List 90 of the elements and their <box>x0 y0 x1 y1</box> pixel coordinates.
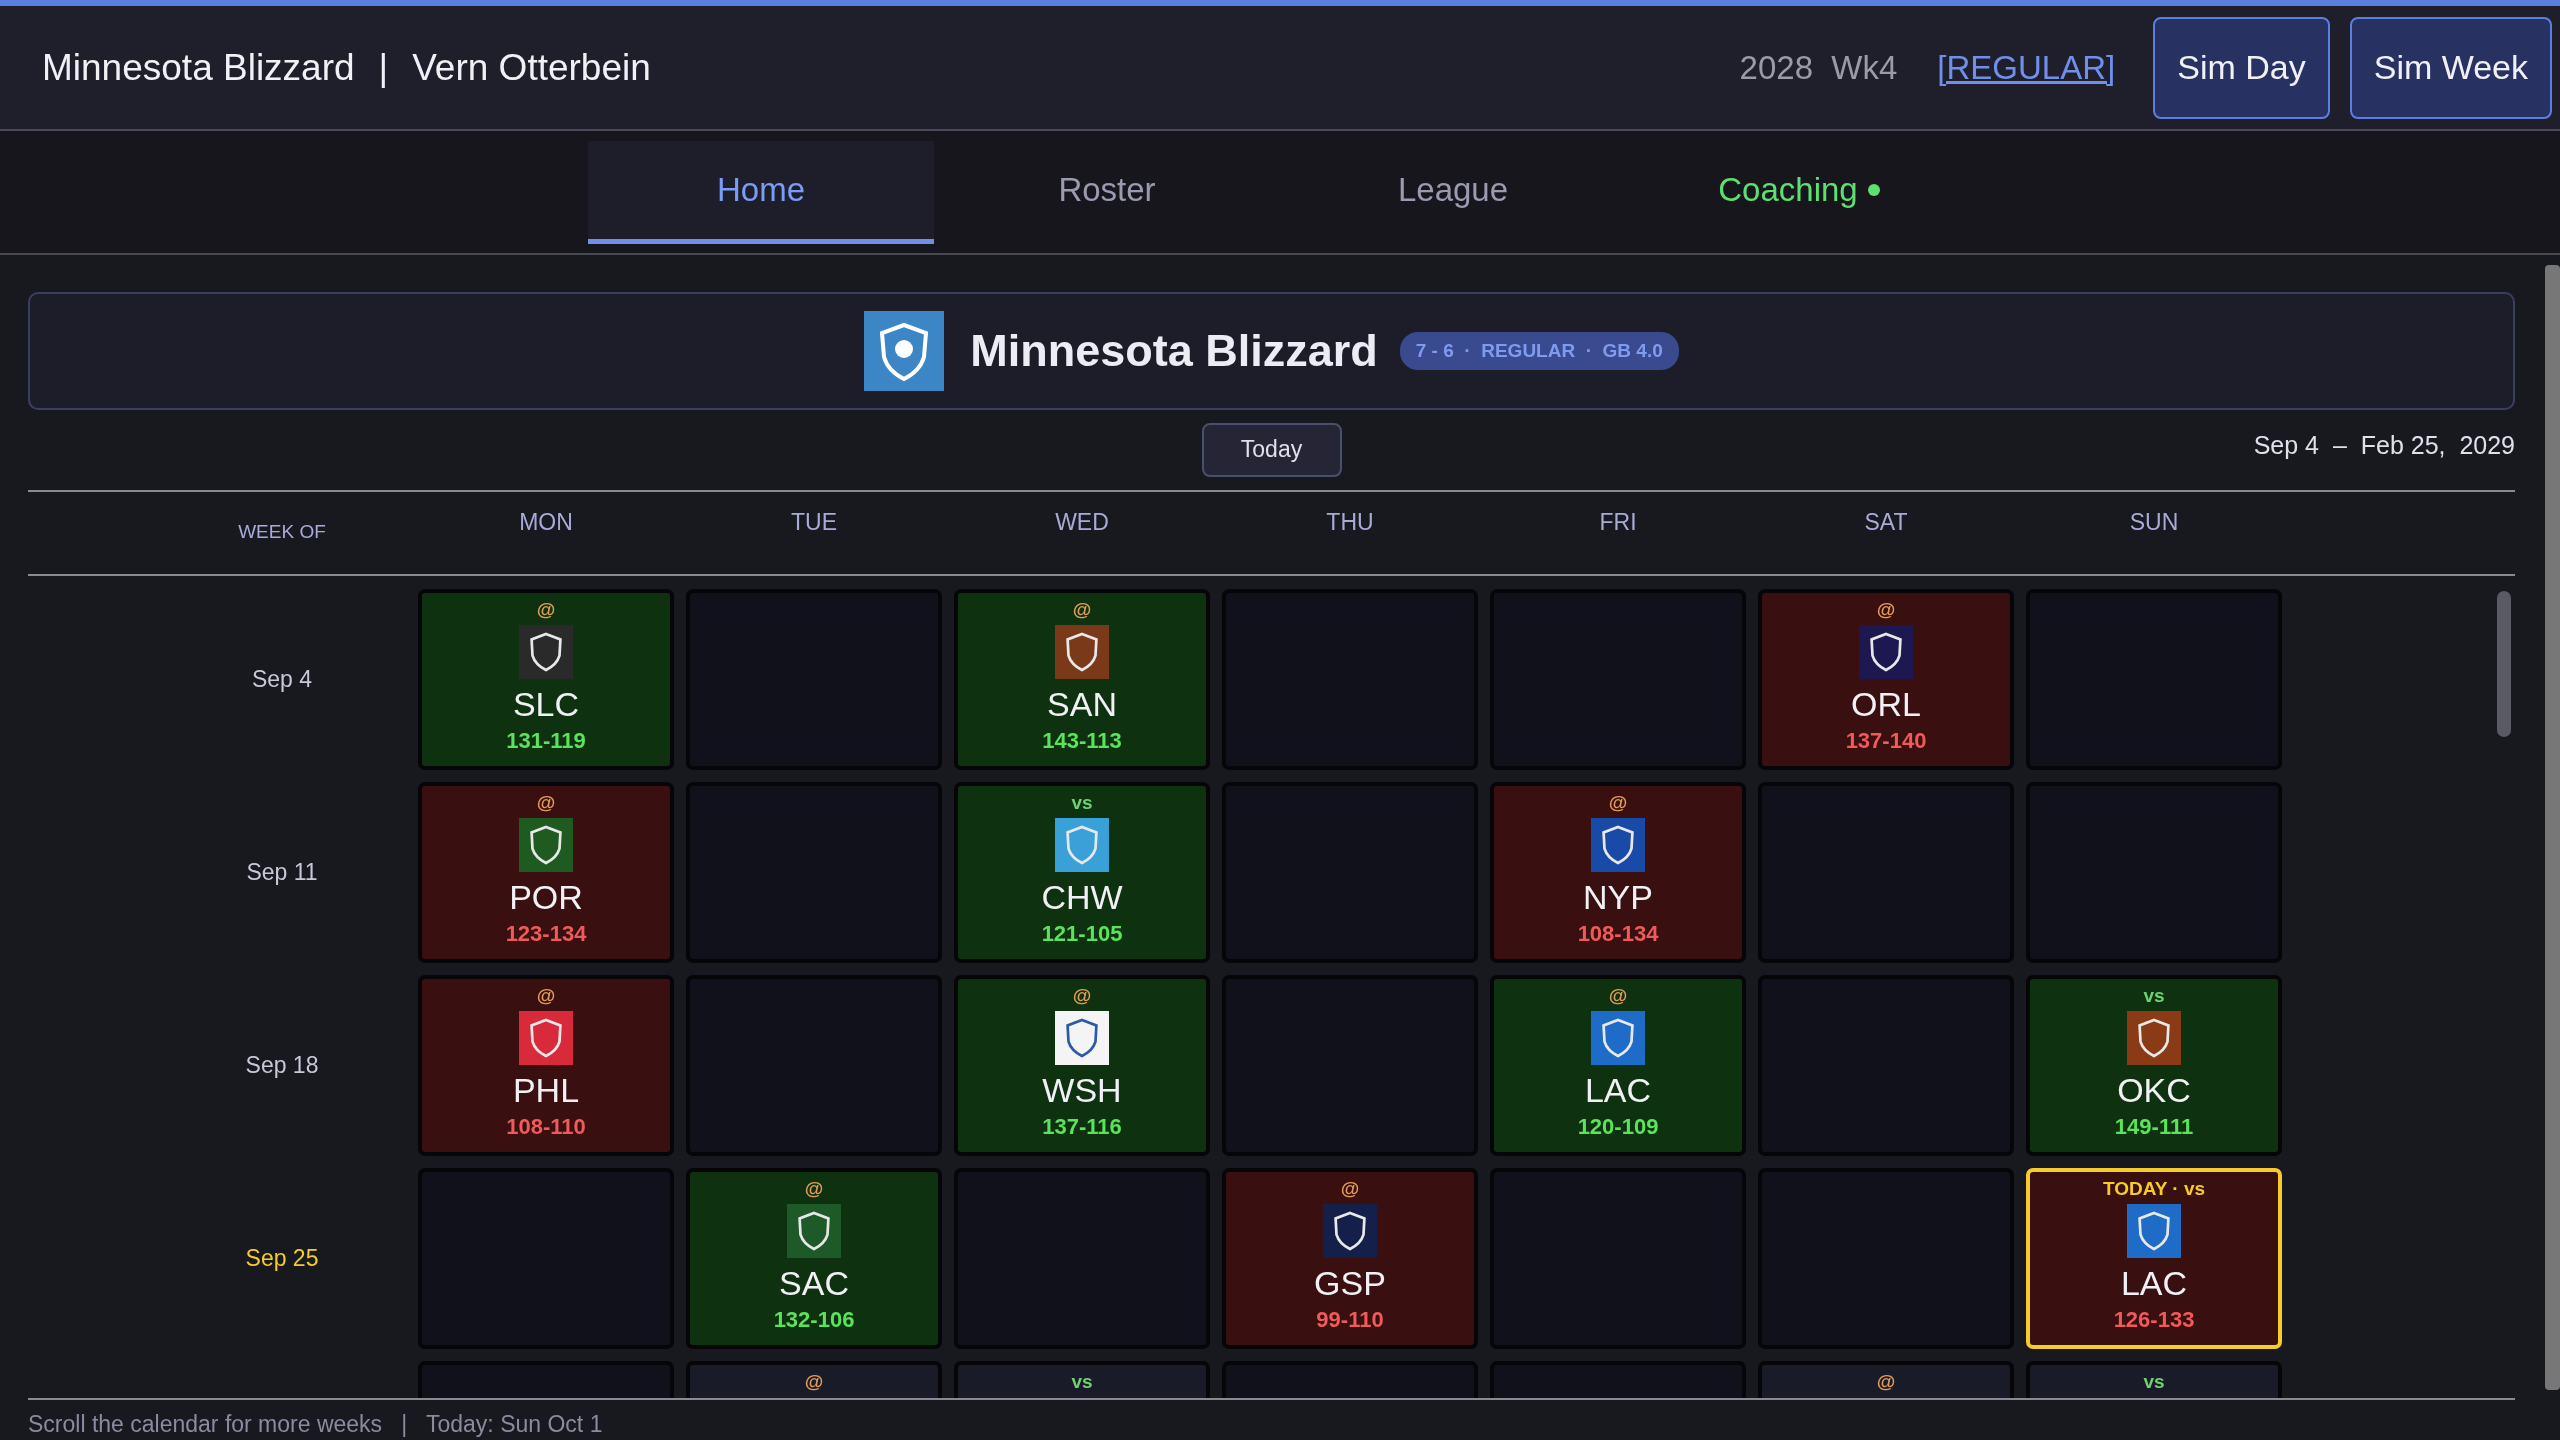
venue-marker: vs <box>1071 1371 1093 1395</box>
record-badge: 7 - 6 · REGULAR · GB 4.0 <box>1399 331 1679 370</box>
score: 137-140 <box>1845 728 1927 755</box>
tab[interactable]: Coaching <box>1626 141 1972 244</box>
team-abbr: SAN <box>1047 685 1117 725</box>
score: 149-111 <box>2114 1114 2194 1141</box>
separator: | <box>378 46 389 89</box>
column-heading: SUN <box>2128 508 2180 537</box>
score: 121-105 <box>1041 921 1123 948</box>
venue-marker: @ <box>804 1178 824 1202</box>
venue-marker: vs <box>1071 792 1093 816</box>
game-cell[interactable]: TODAY · vs LAC 126-133 <box>2026 1168 2282 1350</box>
game-cell[interactable]: @ SAC 132-106 <box>686 1168 942 1350</box>
column-heading: WED <box>1054 508 1110 537</box>
game-cell[interactable]: vs <box>954 1361 1210 1398</box>
sim-button[interactable]: Sim Week <box>2349 16 2552 119</box>
venue-marker: @ <box>536 599 556 623</box>
tab[interactable]: Home <box>588 141 934 244</box>
tab[interactable]: League <box>1280 141 1626 244</box>
team-abbr: CHW <box>1041 878 1123 918</box>
score: 123-134 <box>505 921 587 948</box>
game-cell[interactable]: vs <box>2026 1361 2282 1398</box>
game-cell[interactable]: @ POR 123-134 <box>418 782 674 964</box>
game-cell[interactable]: @ PHL 108-110 <box>418 975 674 1157</box>
column-heading: TUE <box>790 508 838 537</box>
venue-marker: @ <box>1072 599 1092 623</box>
team-title: Minnesota Blizzard <box>970 324 1378 377</box>
team-abbr: GSP <box>1314 1264 1386 1304</box>
footer-note: Scroll the calendar for more weeks | Today: Sun Oct 1 <box>28 1410 604 1438</box>
venue-marker: @ <box>1876 599 1896 623</box>
today-button[interactable]: Today <box>1201 422 1342 477</box>
venue-marker: @ <box>536 792 556 816</box>
venue-marker: @ <box>804 1371 824 1395</box>
week-label: Sep 11 <box>245 859 319 887</box>
venue-marker: TODAY · vs <box>2102 1178 2206 1202</box>
game-cell[interactable]: @ SAN 143-113 <box>954 589 1210 771</box>
score: 126-133 <box>2113 1307 2195 1334</box>
score: 99-110 <box>1316 1307 1384 1334</box>
team-abbr: LAC <box>2120 1264 2188 1304</box>
team-abbr: SAC <box>779 1264 849 1304</box>
column-heading: SAT <box>1863 508 1909 537</box>
game-cell[interactable]: @ NYP 108-134 <box>1490 782 1746 964</box>
team-abbr: ORL <box>1851 685 1921 725</box>
game-cell[interactable]: vs CHW 121-105 <box>954 782 1210 964</box>
venue-marker: @ <box>1340 1178 1360 1202</box>
team-abbr: OKC <box>2117 1071 2191 1111</box>
venue-marker: @ <box>1608 792 1628 816</box>
score: 108-134 <box>1577 921 1659 948</box>
venue-marker: vs <box>2143 1371 2165 1395</box>
venue-marker: vs <box>2143 985 2165 1009</box>
date-range: Sep 4 – Feb 25, 2029 <box>2252 430 2515 460</box>
score: 132-106 <box>773 1307 855 1334</box>
sim-button[interactable]: Sim Day <box>2153 16 2330 119</box>
team-abbr: WSH <box>1042 1071 1122 1111</box>
score: 120-109 <box>1577 1114 1659 1141</box>
game-cell[interactable]: @ <box>1758 1361 2014 1398</box>
score: 131-119 <box>506 728 586 755</box>
team-name: Minnesota Blizzard <box>42 46 355 89</box>
team-abbr: POR <box>509 878 583 918</box>
game-cell[interactable]: @ ORL 137-140 <box>1758 589 2014 771</box>
week-label: Sep 18 <box>244 1052 320 1080</box>
column-heading: MON <box>518 508 574 537</box>
week-label: Sep 4 <box>250 666 314 694</box>
phase-link[interactable]: [REGULAR] <box>1937 48 2116 87</box>
team-abbr: PHL <box>512 1071 580 1111</box>
venue-marker: @ <box>1608 985 1628 1009</box>
game-cell[interactable]: vs OKC 149-111 <box>2026 975 2282 1157</box>
game-cell[interactable]: @ <box>686 1361 942 1398</box>
team-abbr: SLC <box>512 685 580 725</box>
column-heading: THU <box>1325 508 1375 537</box>
score: 143-113 <box>1042 728 1122 755</box>
game-cell[interactable]: @ GSP 99-110 <box>1222 1168 1478 1350</box>
tab[interactable]: Roster <box>934 141 1280 244</box>
game-cell[interactable]: @ SLC 131-119 <box>418 589 674 771</box>
scrollbar[interactable] <box>2545 265 2560 1390</box>
manager-name: Vern Otterbein <box>412 46 651 89</box>
column-heading: FRI <box>1598 508 1638 537</box>
score: 137-116 <box>1042 1114 1122 1141</box>
team-abbr: NYP <box>1583 878 1653 918</box>
score: 108-110 <box>506 1114 586 1141</box>
scrollbar-thumb[interactable] <box>2497 591 2511 738</box>
game-cell[interactable]: @ WSH 137-116 <box>954 975 1210 1157</box>
column-heading: WEEK OF <box>237 520 327 544</box>
venue-marker: @ <box>1876 1371 1896 1395</box>
season-week: 2028 Wk4 <box>1739 48 1898 87</box>
week-label: Sep 25 <box>244 1245 320 1273</box>
game-cell[interactable]: @ LAC 120-109 <box>1490 975 1746 1157</box>
venue-marker: @ <box>536 985 556 1009</box>
team-abbr: LAC <box>1584 1071 1652 1111</box>
venue-marker: @ <box>1072 985 1092 1009</box>
